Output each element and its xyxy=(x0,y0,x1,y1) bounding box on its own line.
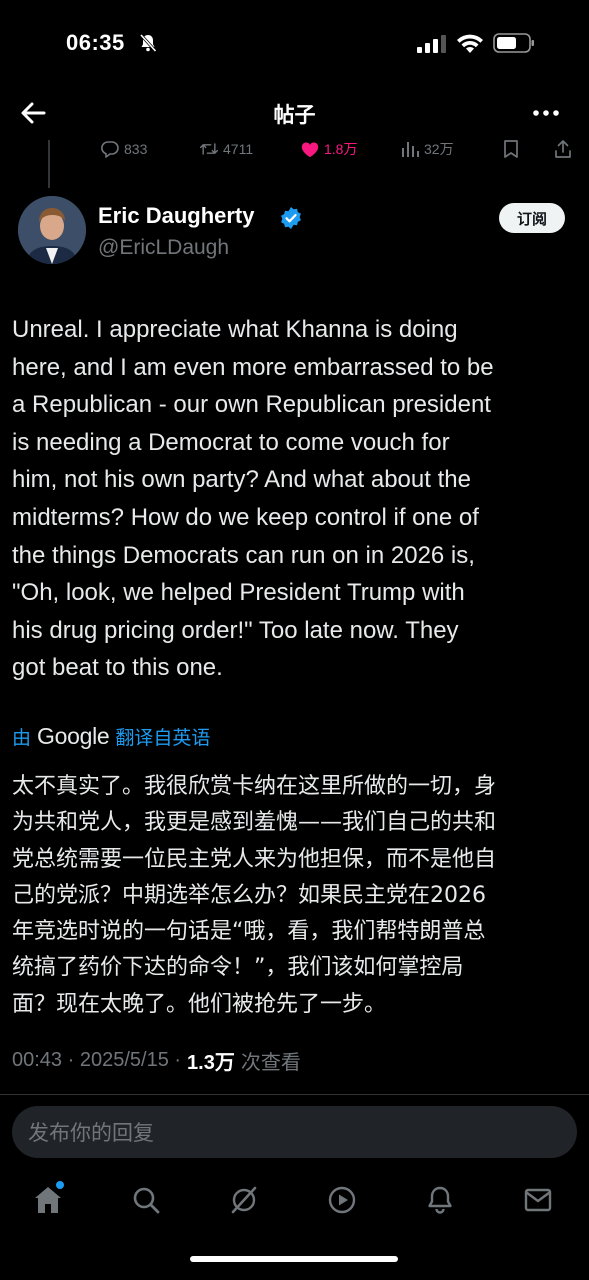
search-icon[interactable] xyxy=(130,1184,162,1216)
repost-action[interactable]: 4711 xyxy=(199,136,253,162)
page-title: 帖子 xyxy=(273,104,316,127)
battery-icon xyxy=(493,33,534,53)
grok-icon[interactable] xyxy=(228,1184,260,1216)
notifications-icon[interactable] xyxy=(424,1184,456,1216)
translated-text: 太不真实了。我很欣赏卡纳在这里所做的一切，身 为共和党人，我更是感到羞愧——我们… xyxy=(12,774,497,1017)
views-icon xyxy=(402,142,419,157)
messages-icon[interactable] xyxy=(522,1184,554,1216)
video-icon[interactable] xyxy=(326,1184,358,1216)
views-action[interactable]: 32万 xyxy=(400,136,454,162)
more-icon[interactable] xyxy=(530,102,562,124)
reply-action[interactable]: 833 xyxy=(100,136,147,162)
parent-action-row: 833 4711 1.8万 32万 xyxy=(0,136,589,164)
tweet-views[interactable]: 1.3万 xyxy=(187,1046,235,1075)
bottom-nav xyxy=(0,1170,589,1230)
share-action[interactable] xyxy=(553,136,577,162)
meta-separator: · xyxy=(62,1049,80,1071)
verified-badge-icon xyxy=(281,207,301,229)
author-handle[interactable]: @EricLDaugh xyxy=(98,236,229,260)
google-logo: Google xyxy=(37,722,110,749)
repost-count: 4711 xyxy=(223,141,254,157)
subscribe-button[interactable]: 订阅 xyxy=(499,203,565,233)
tweet-meta: 00:43 · 2025/5/15 · 1.3万 次查看 xyxy=(12,1046,301,1075)
reply-icon xyxy=(101,141,119,158)
home-unread-dot xyxy=(56,1181,64,1189)
tweet-text: Unreal. I appreciate what Khanna is doin… xyxy=(12,316,494,682)
translation-suffix: 翻译自英语 xyxy=(115,727,211,749)
like-action[interactable]: 1.8万 xyxy=(300,136,357,162)
translation-prefix: 由 xyxy=(12,727,32,749)
tweet-views-label: 次查看 xyxy=(240,1052,301,1074)
reply-count: 833 xyxy=(124,141,148,157)
status-bar: 06:35 xyxy=(0,0,589,84)
wifi-icon xyxy=(457,34,483,53)
home-indicator xyxy=(190,1256,398,1262)
like-icon xyxy=(301,142,319,158)
author-name[interactable]: Eric Daugherty xyxy=(98,203,255,229)
tweet-time: 00:43 xyxy=(12,1049,63,1071)
share-icon xyxy=(555,140,571,158)
bell-slash-icon xyxy=(139,33,157,53)
translation-attribution[interactable]: 由 Google 翻译自英语 xyxy=(12,721,210,751)
bookmark-action[interactable] xyxy=(501,136,525,162)
views-count: 32万 xyxy=(424,141,454,157)
reply-input[interactable]: 发布你的回复 xyxy=(12,1106,577,1158)
divider xyxy=(0,1094,589,1095)
bookmark-icon xyxy=(504,140,518,158)
status-time: 06:35 xyxy=(66,30,125,55)
top-header: 帖子 xyxy=(0,84,589,140)
repost-icon xyxy=(199,143,219,155)
like-count: 1.8万 xyxy=(324,141,358,157)
signal-icon xyxy=(417,35,446,53)
tweet-date: 2025/5/15 xyxy=(79,1049,169,1071)
avatar[interactable] xyxy=(18,196,86,264)
meta-separator: · xyxy=(168,1049,182,1071)
